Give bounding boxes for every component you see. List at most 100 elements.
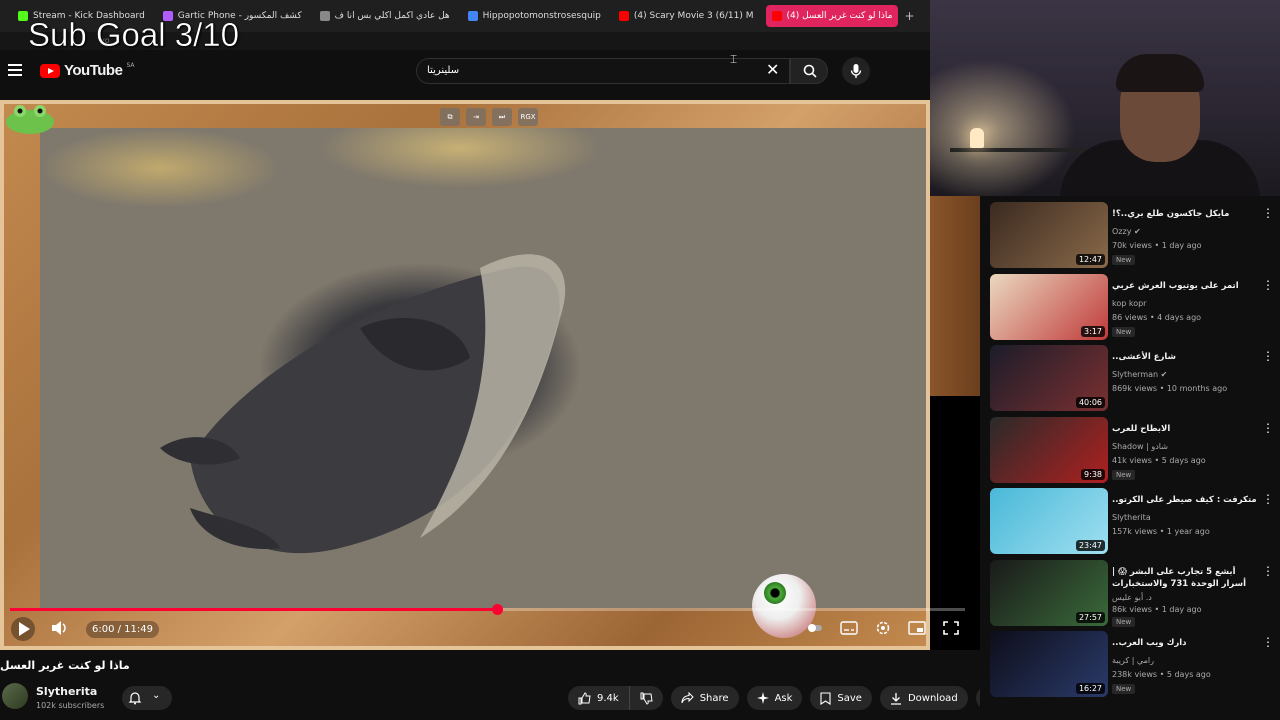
video-thumbnail[interactable]: 23:47 xyxy=(990,488,1108,554)
more-options-icon[interactable]: ⋮ xyxy=(1262,207,1274,219)
browser-tab[interactable]: هل عادي اكمل اكلي بس انا ف xyxy=(314,5,456,27)
subtitles-icon[interactable] xyxy=(840,620,858,636)
tab-label: Hippopotomonstrosesquip xyxy=(482,11,601,21)
video-thumbnail[interactable]: 3:17 xyxy=(990,273,1108,340)
recommended-title[interactable]: متكرفت : كيف صيطر على الكرتو.. xyxy=(1112,494,1257,506)
video-thumbnail[interactable]: 27:57 xyxy=(990,559,1108,626)
new-badge: New xyxy=(1112,469,1136,480)
player-right-controls xyxy=(806,620,960,636)
more-options-icon[interactable]: ⋮ xyxy=(1262,565,1274,577)
recommended-channel[interactable]: رامي | كريبة xyxy=(1112,656,1154,665)
notification-bell-button[interactable]: ⌄ xyxy=(122,686,172,710)
recommended-channel[interactable]: Shadow | شادو xyxy=(1112,442,1168,451)
plugin-button-3[interactable]: ⏭ xyxy=(492,108,512,126)
youtube-header: YouTube SA سلينريتا ✕ ⌶ xyxy=(0,50,930,96)
recommended-channel[interactable]: kop kopr xyxy=(1112,299,1146,308)
recommended-meta: 86 views • 4 days ago xyxy=(1112,312,1202,322)
new-badge: New xyxy=(1112,684,1136,694)
browser-tab[interactable]: (4) Scary Movie 3 (6/11) M xyxy=(613,5,760,27)
video-frame[interactable] xyxy=(40,128,926,608)
new-badge: New xyxy=(1112,326,1136,337)
more-options-icon[interactable]: ⋮ xyxy=(1262,350,1274,362)
recommended-video[interactable]: 9:38 الابطاح للعرب Shadow | شادو 41k views … xyxy=(990,415,1280,483)
recommended-channel[interactable]: Slytherman ✔ xyxy=(1112,370,1167,379)
channel-avatar[interactable] xyxy=(2,683,28,709)
mouse-cursor-icon: ⌶ xyxy=(730,52,738,66)
miniplayer-icon[interactable] xyxy=(908,620,926,636)
tab-label: (4) Scary Movie 3 (6/11) M xyxy=(633,11,754,21)
share-button[interactable]: Share xyxy=(670,686,739,710)
recommended-title[interactable]: الابطاح للعرب xyxy=(1112,423,1257,435)
screen: Stream - Kick Dashboard Gartic Phone - كش… xyxy=(0,0,1280,720)
fullscreen-icon[interactable] xyxy=(942,620,960,636)
recommended-video[interactable]: 16:27 دارك ويب العرب.. رامي | كريبة 238k vi… xyxy=(990,629,1280,697)
player-plugin-toolbar: ⧉ ⇥ ⏭ RGX xyxy=(440,108,538,126)
recommended-video[interactable]: 27:57 أبشع 5 تجارب على البشر 😱 | أسرار ال… xyxy=(990,558,1280,627)
tab-favicon-icon xyxy=(18,11,28,21)
settings-gear-icon[interactable] xyxy=(874,620,892,636)
webcam-overlay xyxy=(930,0,1280,210)
tab-label: هل عادي اكمل اكلي بس انا ف xyxy=(334,11,450,21)
recommended-title[interactable]: اتمر على يوتيوب العرش عربي xyxy=(1112,280,1257,292)
menu-icon[interactable] xyxy=(8,64,22,76)
tab-favicon-icon xyxy=(319,11,330,21)
like-button[interactable]: 9.4k xyxy=(568,686,630,710)
progress-played xyxy=(10,608,498,611)
video-thumbnail[interactable]: 16:27 xyxy=(990,631,1108,697)
channel-name: Shadow | شادو xyxy=(1112,441,1168,451)
verified-check-icon: ✔ xyxy=(1160,370,1168,379)
search-button[interactable] xyxy=(790,58,828,84)
recommended-title[interactable]: شارع الأعشى.. xyxy=(1112,351,1257,363)
browser-tab[interactable]: (4) ماذا لو كنت غرير العسل xyxy=(765,5,899,27)
tab-favicon-icon xyxy=(467,11,478,21)
progress-scrubber[interactable] xyxy=(492,604,504,615)
recommended-channel[interactable]: Ozzy ✔ xyxy=(1112,227,1141,236)
save-button[interactable]: Save xyxy=(810,686,872,710)
download-button[interactable]: Download xyxy=(879,686,968,710)
video-title: ماذا لو كنت غرير العسل xyxy=(0,659,130,672)
recommended-meta: 41k views • 5 days ago xyxy=(1112,455,1206,465)
channel-name[interactable]: Slytherita xyxy=(36,685,97,698)
play-icon[interactable] xyxy=(10,616,36,642)
video-duration: 27:57 xyxy=(1075,611,1105,623)
recommended-title[interactable]: دارك ويب العرب.. xyxy=(1112,637,1257,649)
volume-icon[interactable] xyxy=(50,620,68,636)
video-duration: 16:27 xyxy=(1075,683,1105,694)
new-tab-icon[interactable]: + xyxy=(904,9,914,23)
recommended-video[interactable]: 3:17 اتمر على يوتيوب العرش عربي kop kopr 86… xyxy=(990,272,1280,340)
ask-button[interactable]: Ask xyxy=(746,686,803,710)
like-dislike-group: 9.4k xyxy=(568,686,663,710)
plugin-button-1[interactable]: ⧉ xyxy=(440,108,460,126)
share-label: Share xyxy=(699,692,729,704)
more-options-icon[interactable]: ⋮ xyxy=(1262,493,1274,505)
recommended-title[interactable]: أبشع 5 تجارب على البشر 😱 | أسرار الوحدة … xyxy=(1112,566,1257,590)
voice-search-button[interactable] xyxy=(842,57,870,85)
recommended-meta: 157k views • 1 year ago xyxy=(1112,527,1210,536)
chevron-down-icon: ⌄ xyxy=(152,690,161,701)
youtube-logo[interactable]: YouTube SA xyxy=(40,62,134,79)
recommended-video[interactable]: 40:06 شارع الأعشى.. Slytherman ✔ 869k views… xyxy=(990,343,1280,411)
recommended-video[interactable]: 23:47 متكرفت : كيف صيطر على الكرتو.. Slyth… xyxy=(990,486,1280,554)
plugin-button-rgx[interactable]: RGX xyxy=(518,108,538,126)
video-thumbnail[interactable]: 9:38 xyxy=(990,416,1108,483)
ask-label: Ask xyxy=(774,692,793,704)
channel-name: د. أبو عليس xyxy=(1112,592,1152,602)
progress-bar[interactable] xyxy=(10,604,965,615)
video-player[interactable]: ⧉ ⇥ ⏭ RGX 6:00 / 11:49 xyxy=(0,96,980,650)
recommended-channel[interactable]: د. أبو عليس xyxy=(1112,593,1152,602)
pause-autoplay-icon[interactable] xyxy=(806,620,824,636)
recommended-channel[interactable]: Slytherita xyxy=(1112,513,1151,522)
browser-tab[interactable]: Hippopotomonstrosesquip xyxy=(462,5,607,27)
recommended-title[interactable]: مايكل جاكسون طلع بري..؟! xyxy=(1112,208,1257,220)
recommended-video[interactable]: 12:47 مايكل جاكسون طلع بري..؟! Ozzy ✔ 70k v… xyxy=(990,200,1280,268)
video-thumbnail[interactable]: 12:47 xyxy=(990,202,1108,268)
more-options-icon[interactable]: ⋮ xyxy=(1262,279,1274,291)
video-thumbnail[interactable]: 40:06 xyxy=(990,345,1108,411)
dislike-button[interactable] xyxy=(629,686,663,710)
microphone-icon xyxy=(850,64,862,78)
clear-search-icon[interactable]: ✕ xyxy=(766,60,779,80)
share-icon xyxy=(681,692,694,704)
plugin-button-2[interactable]: ⇥ xyxy=(466,108,486,126)
more-options-icon[interactable]: ⋮ xyxy=(1262,636,1274,648)
more-options-icon[interactable]: ⋮ xyxy=(1262,422,1274,434)
